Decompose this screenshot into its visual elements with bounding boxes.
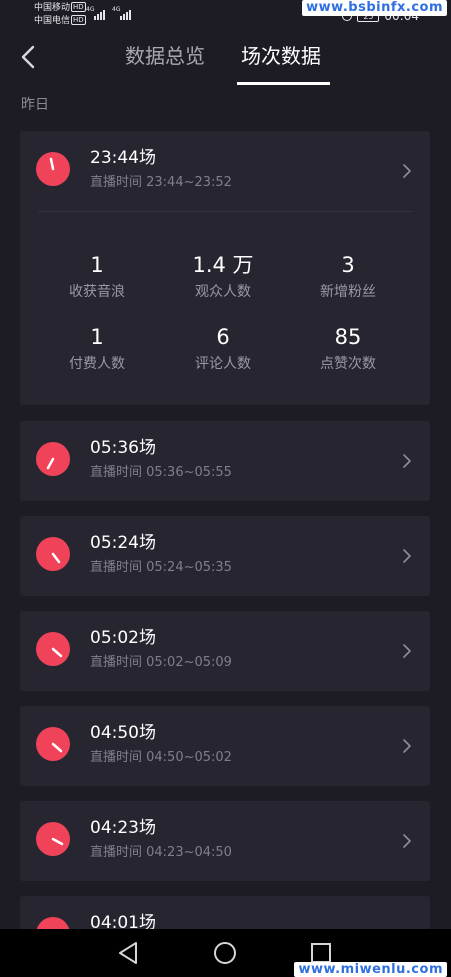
stat-label: 付费人数 [69,356,125,372]
stat-label: 新增粉丝 [320,284,376,300]
stat-label: 收获音浪 [69,284,125,300]
session-time: 直播时间 04:23~04:50 [90,845,232,860]
watermark-top: www.bsbinfx.com [302,0,447,16]
carrier-2: 中国电信 HD [34,15,86,27]
session-card[interactable]: 04:23场 直播时间 04:23~04:50 [20,801,430,881]
carrier-2-name: 中国电信 [34,16,71,26]
clock-icon [36,537,70,571]
tab-active-indicator [237,82,330,85]
stat-viewers: 1.4 万 观众人数 [155,251,291,302]
clock-icon [36,822,70,856]
session-time: 直播时间 05:02~05:09 [90,655,232,670]
session-title: 05:02场 [90,628,156,648]
session-card[interactable]: 23:44场 直播时间 23:44~23:52 1 收获音浪 1.4 万 观众人… [20,131,430,405]
carrier-1: 中国移动 HD [34,2,86,14]
stat-value: 6 [216,325,230,349]
session-card-header[interactable]: 05:36场 直播时间 05:36~05:55 [20,421,430,501]
session-title: 23:44场 [90,148,156,168]
session-title: 05:24场 [90,533,156,553]
clock-icon [36,442,70,476]
back-icon[interactable] [18,44,40,70]
stat-new-followers: 3 新增粉丝 [280,251,416,302]
session-card[interactable]: 05:36场 直播时间 05:36~05:55 [20,421,430,501]
signal-icon-1: 4G [86,6,114,22]
stat-value: 85 [334,325,362,349]
tab-sessions[interactable]: 场次数据 [241,42,321,70]
chevron-right-icon [403,644,411,658]
session-time: 直播时间 04:50~05:02 [90,750,232,765]
session-card-header[interactable]: 23:44场 直播时间 23:44~23:52 [20,131,430,211]
nav-back-icon[interactable] [116,940,142,966]
stat-likes: 85 点赞次数 [280,323,416,374]
clock-icon [36,727,70,761]
chevron-right-icon [403,739,411,753]
stat-label: 点赞次数 [320,356,376,372]
session-card-header[interactable]: 05:24场 直播时间 05:24~05:35 [20,516,430,596]
chevron-right-icon [403,164,411,178]
session-time: 直播时间 05:24~05:35 [90,560,232,575]
chevron-right-icon [403,549,411,563]
stat-value: 1.4 万 [192,253,254,277]
session-card[interactable]: 05:24场 直播时间 05:24~05:35 [20,516,430,596]
hd-badge-1: HD [71,2,86,12]
stat-value: 1 [90,253,104,277]
stat-label: 观众人数 [195,284,251,300]
clock-icon [36,632,70,666]
carrier-1-name: 中国移动 [34,3,71,13]
hd-badge-2: HD [71,15,86,25]
watermark-bottom: www.miwenlu.com [294,962,447,977]
date-label: 昨日 [21,97,49,113]
chevron-right-icon [403,454,411,468]
session-title: 04:23场 [90,818,156,838]
session-time: 直播时间 05:36~05:55 [90,465,232,480]
clock-icon [36,152,70,186]
session-card-header[interactable]: 04:50场 直播时间 04:50~05:02 [20,706,430,786]
status-bar: 中国移动 HD 中国电信 HD 4G 4G 25 00:04 www.bsbinfx… [0,0,451,28]
stat-paying-users: 1 付费人数 [29,323,165,374]
header: 数据总览 场次数据 [0,28,451,86]
session-card[interactable]: 04:50场 直播时间 04:50~05:02 [20,706,430,786]
session-card[interactable]: 05:02场 直播时间 05:02~05:09 [20,611,430,691]
session-title: 05:36场 [90,438,156,458]
nav-home-icon[interactable] [212,940,238,966]
session-card-header[interactable]: 04:23场 直播时间 04:23~04:50 [20,801,430,881]
session-time: 直播时间 23:44~23:52 [90,175,232,190]
tab-overview[interactable]: 数据总览 [125,42,205,70]
system-nav-bar: www.miwenlu.com [0,929,451,977]
signal-icon-2: 4G [112,6,140,22]
stat-sound-waves: 1 收获音浪 [29,251,165,302]
session-card-header[interactable]: 05:02场 直播时间 05:02~05:09 [20,611,430,691]
divider [38,211,412,212]
stat-label: 评论人数 [195,356,251,372]
session-title: 04:50场 [90,723,156,743]
stat-value: 3 [341,253,355,277]
chevron-right-icon [403,834,411,848]
stat-value: 1 [90,325,104,349]
stat-commenters: 6 评论人数 [155,323,291,374]
